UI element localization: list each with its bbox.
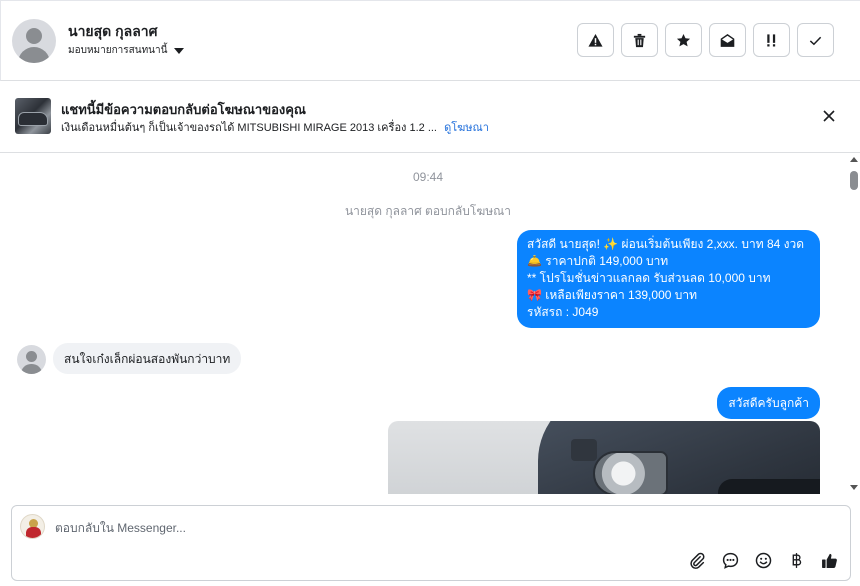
message-line: รหัสรถ : J049 bbox=[527, 305, 599, 319]
follow-up-button[interactable] bbox=[753, 23, 790, 57]
car-photo-attachment[interactable] bbox=[388, 421, 820, 494]
conversation-header: นายสุด กุลลาศ มอบหมายการสนทนานี้ bbox=[0, 0, 860, 81]
reply-composer bbox=[11, 505, 851, 581]
smiley-icon bbox=[755, 552, 771, 568]
thread-scrollbar[interactable] bbox=[848, 153, 860, 494]
paperclip-icon bbox=[689, 552, 704, 569]
mark-done-button[interactable] bbox=[797, 23, 834, 57]
message-timestamp: 09:44 bbox=[412, 170, 444, 184]
mark-unread-button[interactable] bbox=[709, 23, 746, 57]
outgoing-message[interactable]: สวัสดีครับลูกค้า bbox=[717, 387, 820, 419]
assign-label: มอบหมายการสนทนานี้ bbox=[68, 45, 168, 56]
assign-conversation-dropdown[interactable]: มอบหมายการสนทนานี้ bbox=[68, 43, 185, 58]
view-ad-link[interactable]: ดูโฆษณา bbox=[444, 122, 489, 134]
reply-input[interactable] bbox=[55, 519, 655, 537]
saved-replies-button[interactable] bbox=[719, 549, 741, 571]
sender-avatar[interactable] bbox=[17, 345, 46, 374]
ad-description-text: เงินเดือนหมื่นต้นๆ ก็เป็นเจ้าของรถได้ MI… bbox=[61, 122, 437, 134]
contact-name[interactable]: นายสุด กุลลาศ bbox=[68, 21, 158, 43]
composer-tools bbox=[686, 549, 840, 571]
thumbs-up-icon bbox=[821, 553, 837, 568]
incoming-message[interactable]: สนใจเก๋งเล็กผ่อนสองพันกว่าบาท bbox=[53, 343, 242, 374]
caret-down-icon bbox=[174, 47, 185, 54]
message-line: สวัสดี นายสุด! ✨ ผ่อนเริ่มต้นเพียง 2,xxx… bbox=[527, 237, 805, 251]
star-button[interactable] bbox=[665, 23, 702, 57]
delete-button[interactable] bbox=[621, 23, 658, 57]
scrollbar-thumb[interactable] bbox=[850, 171, 858, 190]
attach-button[interactable] bbox=[686, 549, 708, 571]
message-line: 🎀 เหลือเพียงราคา 139,000 บาท bbox=[527, 288, 698, 302]
check-icon bbox=[809, 36, 822, 45]
close-banner-button[interactable] bbox=[820, 107, 838, 125]
outgoing-message[interactable]: สวัสดี นายสุด! ✨ ผ่อนเริ่มต้นเพียง 2,xxx… bbox=[517, 230, 820, 328]
double-exclamation-icon bbox=[767, 33, 776, 46]
contact-avatar[interactable] bbox=[12, 19, 56, 63]
close-icon bbox=[823, 110, 835, 122]
warning-icon bbox=[588, 33, 603, 47]
chat-bubble-icon bbox=[722, 552, 738, 569]
trash-icon bbox=[633, 33, 646, 47]
conversation-toolbar bbox=[577, 23, 834, 57]
page-avatar bbox=[20, 514, 45, 539]
ad-thumbnail[interactable] bbox=[15, 98, 51, 134]
report-spam-button[interactable] bbox=[577, 23, 614, 57]
scroll-up-arrow-icon[interactable] bbox=[850, 157, 858, 162]
message-line: ** โปรโมชั่นข่าวแลกลด รับส่วนลด 10,000 บ… bbox=[527, 271, 771, 285]
message-line: 🛎️ ราคาปกติ 149,000 บาท bbox=[527, 254, 669, 268]
star-icon bbox=[676, 33, 691, 46]
scroll-down-arrow-icon[interactable] bbox=[850, 485, 858, 490]
system-note: นายสุด กุลลาศ ตอบกลับโฆษณา bbox=[344, 204, 512, 218]
ad-banner-title: แชทนี้มีข้อความตอบกลับต่อโฆษณาของคุณ bbox=[61, 102, 306, 117]
message-thread: 09:44 นายสุด กุลลาศ ตอบกลับโฆษณา สวัสดี … bbox=[0, 153, 860, 494]
envelope-open-icon bbox=[720, 33, 735, 47]
baht-icon bbox=[792, 552, 801, 568]
emoji-button[interactable] bbox=[752, 549, 774, 571]
payment-button[interactable] bbox=[785, 549, 807, 571]
ad-banner-description: เงินเดือนหมื่นต้นๆ ก็เป็นเจ้าของรถได้ MI… bbox=[61, 118, 489, 136]
ad-reply-banner: แชทนี้มีข้อความตอบกลับต่อโฆษณาของคุณ เงิ… bbox=[0, 81, 860, 153]
like-button[interactable] bbox=[818, 549, 840, 571]
